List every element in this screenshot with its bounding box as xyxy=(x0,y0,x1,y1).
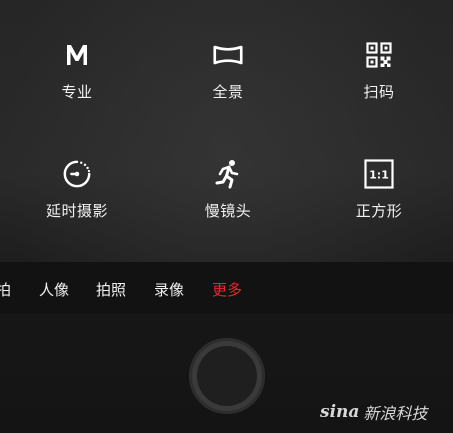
tab-video[interactable]: 录像 xyxy=(154,279,184,300)
sina-watermark: sina 新浪科技 xyxy=(320,400,450,424)
mode-label: 全景 xyxy=(212,83,244,101)
mode-label: 专业 xyxy=(61,83,93,101)
mode-label: 慢镜头 xyxy=(204,202,252,220)
m-letter-icon xyxy=(62,40,92,70)
tab-more[interactable]: 更多 xyxy=(212,279,242,300)
panorama-icon xyxy=(213,40,243,70)
watermark-text: 新浪科技 xyxy=(363,404,428,423)
camera-screen: 专业 全景 扫码 延时摄影 慢镜头 1:1 正方形 拍 人像 拍照 录像 更多 … xyxy=(0,0,453,433)
mode-square[interactable]: 1:1 正方形 xyxy=(319,159,439,249)
tab-photo-partial[interactable]: 拍 xyxy=(0,279,11,300)
watermark-brand: sina xyxy=(320,402,360,422)
mode-label: 延时摄影 xyxy=(45,202,108,220)
shutter-button-inner xyxy=(197,346,257,406)
shutter-button[interactable] xyxy=(189,338,265,414)
running-man-icon xyxy=(213,159,243,189)
mode-panorama[interactable]: 全景 xyxy=(168,40,288,130)
mode-scan[interactable]: 扫码 xyxy=(319,40,439,130)
mode-tab-bar: 拍 人像 拍照 录像 更多 xyxy=(0,262,453,314)
mode-grid: 专业 全景 扫码 延时摄影 慢镜头 1:1 正方形 xyxy=(0,0,453,262)
square-ratio-text: 1:1 xyxy=(369,169,389,182)
mode-pro[interactable]: 专业 xyxy=(17,40,137,130)
timelapse-icon xyxy=(62,159,92,189)
tab-portrait[interactable]: 人像 xyxy=(39,279,69,300)
mode-timelapse[interactable]: 延时摄影 xyxy=(17,159,137,249)
square-ratio-icon: 1:1 xyxy=(364,159,394,189)
qr-code-icon xyxy=(364,40,394,70)
mode-label: 扫码 xyxy=(363,83,395,101)
tab-photo[interactable]: 拍照 xyxy=(96,279,126,300)
mode-label: 正方形 xyxy=(355,202,403,220)
mode-slow-motion[interactable]: 慢镜头 xyxy=(168,159,288,249)
